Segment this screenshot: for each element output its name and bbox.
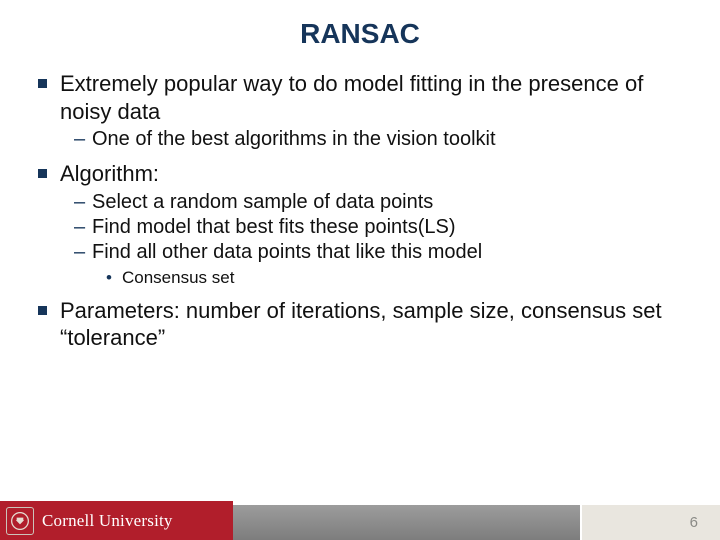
sub-text: Find model that best fits these points(L… [92,216,456,238]
brand-text: Cornell University [42,511,173,531]
bullet-text: Parameters: number of iterations, sample… [60,298,662,351]
bullet-list: Extremely popular way to do model fittin… [28,70,692,352]
bullet-item: Parameters: number of iterations, sample… [38,297,692,352]
sub-item: Select a random sample of data points [74,190,692,215]
sub-text: Find all other data points that like thi… [92,241,482,263]
bullet-text: Algorithm: [60,161,159,186]
bullet-item: Algorithm: Select a random sample of dat… [38,160,692,289]
sub-item: Find model that best fits these points(L… [74,215,692,240]
slide-title: RANSAC [28,18,692,50]
sub-item: One of the best algorithms in the vision… [74,127,692,152]
sub-text: Select a random sample of data points [92,191,433,213]
bullet-text: Extremely popular way to do model fittin… [60,71,643,124]
sub-sub-list: Consensus set [92,267,692,289]
sub-text: One of the best algorithms in the vision… [92,128,496,150]
footer-right-block: 6 [580,505,720,540]
cornell-seal-icon [6,507,34,535]
sub-list: Select a random sample of data points Fi… [60,190,692,289]
page-number: 6 [690,514,698,531]
sub-sub-item: Consensus set [106,267,692,289]
sub-list: One of the best algorithms in the vision… [60,127,692,152]
footer-mid-bar [233,505,580,540]
footer-brand-block: Cornell University [0,501,233,540]
bullet-item: Extremely popular way to do model fittin… [38,70,692,152]
slide: RANSAC Extremely popular way to do model… [0,0,720,540]
sub-item: Find all other data points that like thi… [74,240,692,289]
sub-sub-text: Consensus set [122,268,234,287]
footer: Cornell University 6 [0,496,720,540]
